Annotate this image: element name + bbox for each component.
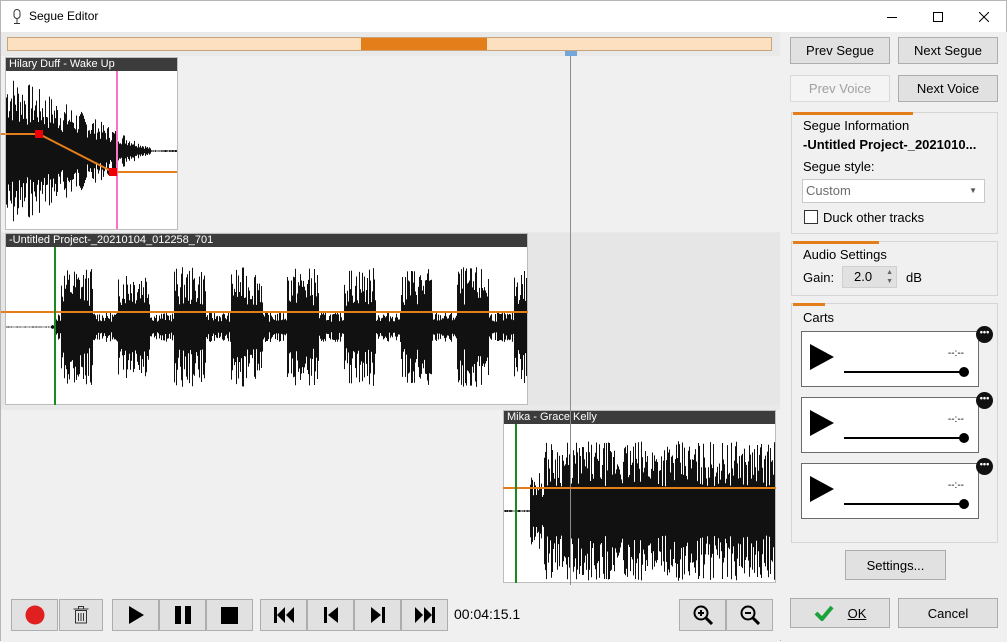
- prev-segue-button[interactable]: Prev Segue: [790, 37, 890, 64]
- play-icon[interactable]: [810, 476, 834, 502]
- play-button[interactable]: [112, 599, 159, 631]
- play-icon[interactable]: [810, 410, 834, 436]
- audio-settings-label: Audio Settings: [803, 247, 887, 262]
- gain-unit: dB: [906, 270, 922, 285]
- play-icon: [128, 606, 144, 624]
- playhead-line[interactable]: [570, 54, 571, 585]
- playhead-handle[interactable]: [565, 51, 577, 56]
- trash-icon: [73, 606, 89, 624]
- next-segue-button[interactable]: Next Segue: [898, 37, 998, 64]
- ok-button[interactable]: OK: [790, 598, 890, 628]
- pause-button[interactable]: [159, 599, 206, 631]
- segue-editor-window: Segue Editor Hilary Duff - Wake Up -Unti…: [0, 0, 1007, 642]
- more-options-icon[interactable]: •••: [976, 458, 993, 475]
- cart-volume-slider[interactable]: [844, 498, 972, 510]
- segue-style-label: Segue style:: [803, 159, 875, 174]
- audio-settings-group: Audio Settings Gain: 2.0 ▲ ▼ dB: [791, 241, 998, 296]
- gain-value: 2.0: [854, 269, 873, 284]
- volume-envelopes[interactable]: [1, 32, 780, 586]
- minimize-icon: [887, 16, 897, 18]
- more-options-icon[interactable]: •••: [976, 392, 993, 409]
- prev-voice-button[interactable]: Prev Voice: [790, 75, 890, 102]
- skip-to-end-icon: [414, 607, 435, 623]
- ok-label: OK: [847, 605, 867, 621]
- step-forward-icon: [370, 607, 385, 623]
- checkmark-icon: [814, 605, 834, 621]
- minimize-button[interactable]: [869, 1, 915, 32]
- more-options-icon[interactable]: •••: [976, 326, 993, 343]
- record-icon: [25, 605, 44, 625]
- spin-arrows-icon[interactable]: ▲ ▼: [886, 268, 893, 286]
- cart-time: --:--: [947, 348, 964, 359]
- zoom-out-button[interactable]: [726, 599, 773, 631]
- settings-button[interactable]: Settings...: [845, 550, 946, 580]
- maximize-button[interactable]: [915, 1, 961, 32]
- cart-slot-3[interactable]: --:--: [801, 463, 979, 519]
- segue-name: -Untitled Project-_2021010...: [803, 137, 977, 152]
- stop-button[interactable]: [206, 599, 253, 631]
- zoom-in-button[interactable]: [679, 599, 726, 631]
- time-readout: 00:04:15.1: [454, 606, 521, 622]
- skip-to-start-button[interactable]: [260, 599, 307, 631]
- step-forward-button[interactable]: [354, 599, 401, 631]
- close-icon: [979, 11, 989, 22]
- title-bar: Segue Editor: [1, 1, 1006, 32]
- cancel-button[interactable]: Cancel: [898, 598, 998, 628]
- waveform-editor[interactable]: Hilary Duff - Wake Up -Untitled Project-…: [1, 32, 780, 586]
- maximize-icon: [933, 11, 943, 22]
- segue-information-label: Segue Information: [803, 118, 910, 133]
- gain-label: Gain:: [803, 270, 835, 285]
- segue-information-group: Segue Information -Untitled Project-_202…: [791, 112, 998, 234]
- skip-to-start-icon: [273, 607, 294, 623]
- segue-style-select[interactable]: Custom ▼: [802, 179, 985, 203]
- close-button[interactable]: [961, 1, 1007, 32]
- play-icon[interactable]: [810, 344, 834, 370]
- step-back-icon: [323, 607, 338, 623]
- segue-style-value: Custom: [806, 183, 851, 198]
- step-back-button[interactable]: [307, 599, 354, 631]
- window-title: Segue Editor: [29, 9, 99, 23]
- zoom-in-icon: [693, 605, 713, 625]
- delete-button[interactable]: [59, 599, 103, 631]
- duck-other-tracks-label: Duck other tracks: [823, 210, 925, 225]
- chevron-down-icon: ▼: [969, 186, 977, 195]
- cart-volume-slider[interactable]: [844, 432, 972, 444]
- side-panel: Prev Segue Next Segue Prev Voice Next Vo…: [781, 32, 1007, 642]
- pause-icon: [174, 606, 191, 624]
- transport-bar: 00:04:15.1: [1, 586, 780, 642]
- cart-time: --:--: [947, 414, 964, 425]
- carts-label: Carts: [803, 310, 835, 325]
- cart-slot-1[interactable]: --:--: [801, 331, 979, 387]
- stop-icon: [221, 606, 238, 624]
- duck-other-tracks-checkbox[interactable]: [804, 210, 818, 224]
- microphone-icon: [13, 9, 21, 24]
- carts-group: Carts --:-- ••• --:-- ••• --:-- •••: [791, 303, 998, 543]
- gain-spinner[interactable]: 2.0 ▲ ▼: [842, 266, 897, 288]
- next-voice-button[interactable]: Next Voice: [898, 75, 998, 102]
- cart-time: --:--: [947, 480, 964, 491]
- skip-to-end-button[interactable]: [401, 599, 448, 631]
- record-button[interactable]: [11, 599, 58, 631]
- cart-slot-2[interactable]: --:--: [801, 397, 979, 453]
- cart-volume-slider[interactable]: [844, 366, 972, 378]
- zoom-out-icon: [740, 605, 760, 625]
